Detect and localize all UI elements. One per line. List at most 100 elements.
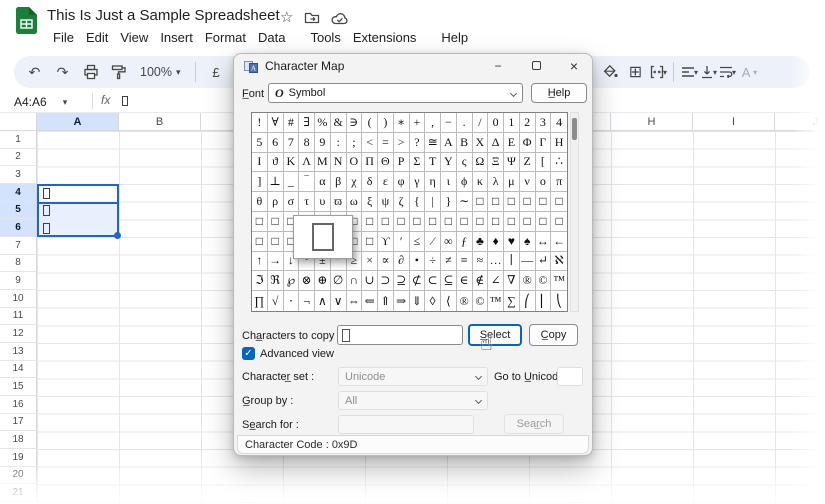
row-header-11[interactable]: 11 bbox=[0, 308, 37, 326]
charmap-cell[interactable]: □ bbox=[394, 212, 410, 232]
row-header-6[interactable]: 6 bbox=[0, 219, 37, 237]
charmap-cell[interactable]: ∑ bbox=[504, 291, 520, 311]
charmap-cell[interactable]: Μ bbox=[315, 153, 331, 173]
charmap-cell[interactable]: □ bbox=[551, 212, 567, 232]
charmap-cell[interactable]: ⇐ bbox=[362, 291, 378, 311]
select-all-corner[interactable] bbox=[0, 113, 37, 131]
charmap-cell[interactable]: ⊂ bbox=[425, 271, 441, 291]
charmap-cell[interactable]: Α bbox=[441, 133, 457, 153]
characters-to-copy-field[interactable] bbox=[337, 325, 463, 345]
charmap-cell[interactable]: ∂ bbox=[394, 252, 410, 272]
row-header-14[interactable]: 14 bbox=[0, 361, 37, 379]
charmap-cell[interactable]: ≡ bbox=[457, 252, 473, 272]
charmap-cell[interactable]: 2 bbox=[520, 113, 536, 133]
charmap-cell[interactable]: × bbox=[362, 252, 378, 272]
menu-help[interactable]: Help bbox=[435, 29, 474, 46]
charmap-cell[interactable]: ξ bbox=[362, 192, 378, 212]
charmap-cell[interactable]: ℑ bbox=[252, 271, 268, 291]
charmap-cell[interactable]: ∨ bbox=[331, 291, 347, 311]
charmap-cell[interactable]: ζ bbox=[394, 192, 410, 212]
column-header-j[interactable]: J bbox=[775, 113, 825, 131]
charmap-cell[interactable]: ™ bbox=[488, 291, 504, 311]
column-header-b[interactable]: B bbox=[119, 113, 201, 131]
charmap-cell[interactable]: ϑ bbox=[268, 153, 284, 173]
charmap-cell[interactable]: & bbox=[331, 113, 347, 133]
charmap-cell[interactable]: 4 bbox=[551, 113, 567, 133]
charmap-cell[interactable]: > bbox=[394, 133, 410, 153]
search-button[interactable]: Sear̲ch bbox=[504, 414, 564, 434]
charmap-cell[interactable]: , bbox=[425, 113, 441, 133]
charmap-cell[interactable]: ⊆ bbox=[441, 271, 457, 291]
horizontal-align-button[interactable]: ▾ bbox=[680, 64, 698, 80]
redo-button[interactable]: ↷ bbox=[50, 60, 75, 84]
charmap-cell[interactable]: : bbox=[331, 133, 347, 153]
charmap-cell[interactable]: 7 bbox=[284, 133, 300, 153]
charmap-cell[interactable]: □ bbox=[504, 212, 520, 232]
menu-insert[interactable]: Insert bbox=[154, 29, 199, 46]
charmap-cell[interactable]: Ψ bbox=[504, 153, 520, 173]
charmap-cell[interactable]: ⁄ bbox=[425, 232, 441, 252]
charmap-cell[interactable]: Ν bbox=[331, 153, 347, 173]
charmap-cell[interactable]: Η bbox=[551, 133, 567, 153]
charmap-cell[interactable]: ← bbox=[551, 232, 567, 252]
row-header-3[interactable]: 3 bbox=[0, 166, 37, 184]
charmap-cell[interactable]: □ bbox=[473, 212, 489, 232]
charmap-cell[interactable]: / bbox=[473, 113, 489, 133]
charmap-cell[interactable]: ; bbox=[347, 133, 363, 153]
text-rotation-button[interactable]: A ▾ bbox=[737, 60, 757, 84]
charmap-cell[interactable]: Χ bbox=[473, 133, 489, 153]
charmap-cell[interactable]: 6 bbox=[268, 133, 284, 153]
charmap-cell[interactable]: Γ bbox=[536, 133, 552, 153]
charmap-cell[interactable]: ] bbox=[252, 172, 268, 192]
charmap-cell[interactable]: ≈ bbox=[473, 252, 489, 272]
charmap-cell[interactable]: ∩ bbox=[347, 271, 363, 291]
charmap-cell[interactable]: κ bbox=[473, 172, 489, 192]
charmap-cell[interactable]: ⎝ bbox=[551, 291, 567, 311]
charmap-cell[interactable]: } bbox=[441, 192, 457, 212]
charmap-cell[interactable]: ↔ bbox=[536, 232, 552, 252]
charmap-cell[interactable]: τ bbox=[299, 192, 315, 212]
charmap-cell[interactable]: Λ bbox=[299, 153, 315, 173]
charmap-cell[interactable]: ℵ bbox=[551, 252, 567, 272]
menu-format[interactable]: Format bbox=[199, 29, 252, 46]
charmap-cell[interactable]: ∗ bbox=[394, 113, 410, 133]
charmap-cell[interactable]: ℘ bbox=[284, 271, 300, 291]
charmap-cell[interactable]: λ bbox=[488, 172, 504, 192]
charmap-cell[interactable]: ↑ bbox=[252, 252, 268, 272]
charmap-cell[interactable]: ® bbox=[457, 291, 473, 311]
charmap-cell[interactable]: ∋ bbox=[347, 113, 363, 133]
charmap-cell[interactable]: ⋅ bbox=[284, 291, 300, 311]
charmap-cell[interactable]: ∝ bbox=[378, 252, 394, 272]
charmap-cell[interactable]: ∠ bbox=[488, 271, 504, 291]
charmap-cell[interactable]: ∪ bbox=[362, 271, 378, 291]
close-button[interactable]: × bbox=[559, 54, 589, 77]
charmap-cell[interactable]: ♠ bbox=[520, 232, 536, 252]
font-select[interactable]: O Symbol bbox=[268, 83, 523, 103]
copy-button[interactable]: C̲opy bbox=[529, 324, 578, 346]
borders-button[interactable]: ⊞ bbox=[623, 60, 648, 84]
vertical-align-button[interactable]: ▾ bbox=[699, 64, 717, 80]
row-header-21[interactable]: 21 bbox=[0, 484, 37, 502]
charmap-cell[interactable]: □ bbox=[252, 212, 268, 232]
charmap-cell[interactable]: □ bbox=[441, 212, 457, 232]
charmap-cell[interactable]: _ bbox=[284, 172, 300, 192]
charmap-cell[interactable]: μ bbox=[504, 172, 520, 192]
charmap-cell[interactable]: ≤ bbox=[410, 232, 426, 252]
row-header-10[interactable]: 10 bbox=[0, 290, 37, 308]
charmap-cell[interactable]: ↵ bbox=[536, 252, 552, 272]
charmap-cell[interactable]: ⊗ bbox=[299, 271, 315, 291]
menu-file[interactable]: File bbox=[47, 29, 80, 46]
charmap-cell[interactable]: © bbox=[536, 271, 552, 291]
charmap-cell[interactable]: ∣ bbox=[504, 252, 520, 272]
charmap-cell[interactable]: δ bbox=[362, 172, 378, 192]
charmap-cell[interactable]: Β bbox=[457, 133, 473, 153]
charmap-cell[interactable]: . bbox=[457, 113, 473, 133]
charmap-cell[interactable]: ! bbox=[252, 113, 268, 133]
charmap-cell[interactable]: ∈ bbox=[457, 271, 473, 291]
charmap-cell[interactable]: Ρ bbox=[394, 153, 410, 173]
charmap-cell[interactable]: 8 bbox=[299, 133, 315, 153]
go-to-unicode-field[interactable] bbox=[557, 367, 583, 386]
charmap-cell[interactable]: □ bbox=[551, 192, 567, 212]
paint-format-button[interactable] bbox=[106, 60, 131, 84]
star-icon[interactable]: ☆ bbox=[280, 9, 293, 27]
